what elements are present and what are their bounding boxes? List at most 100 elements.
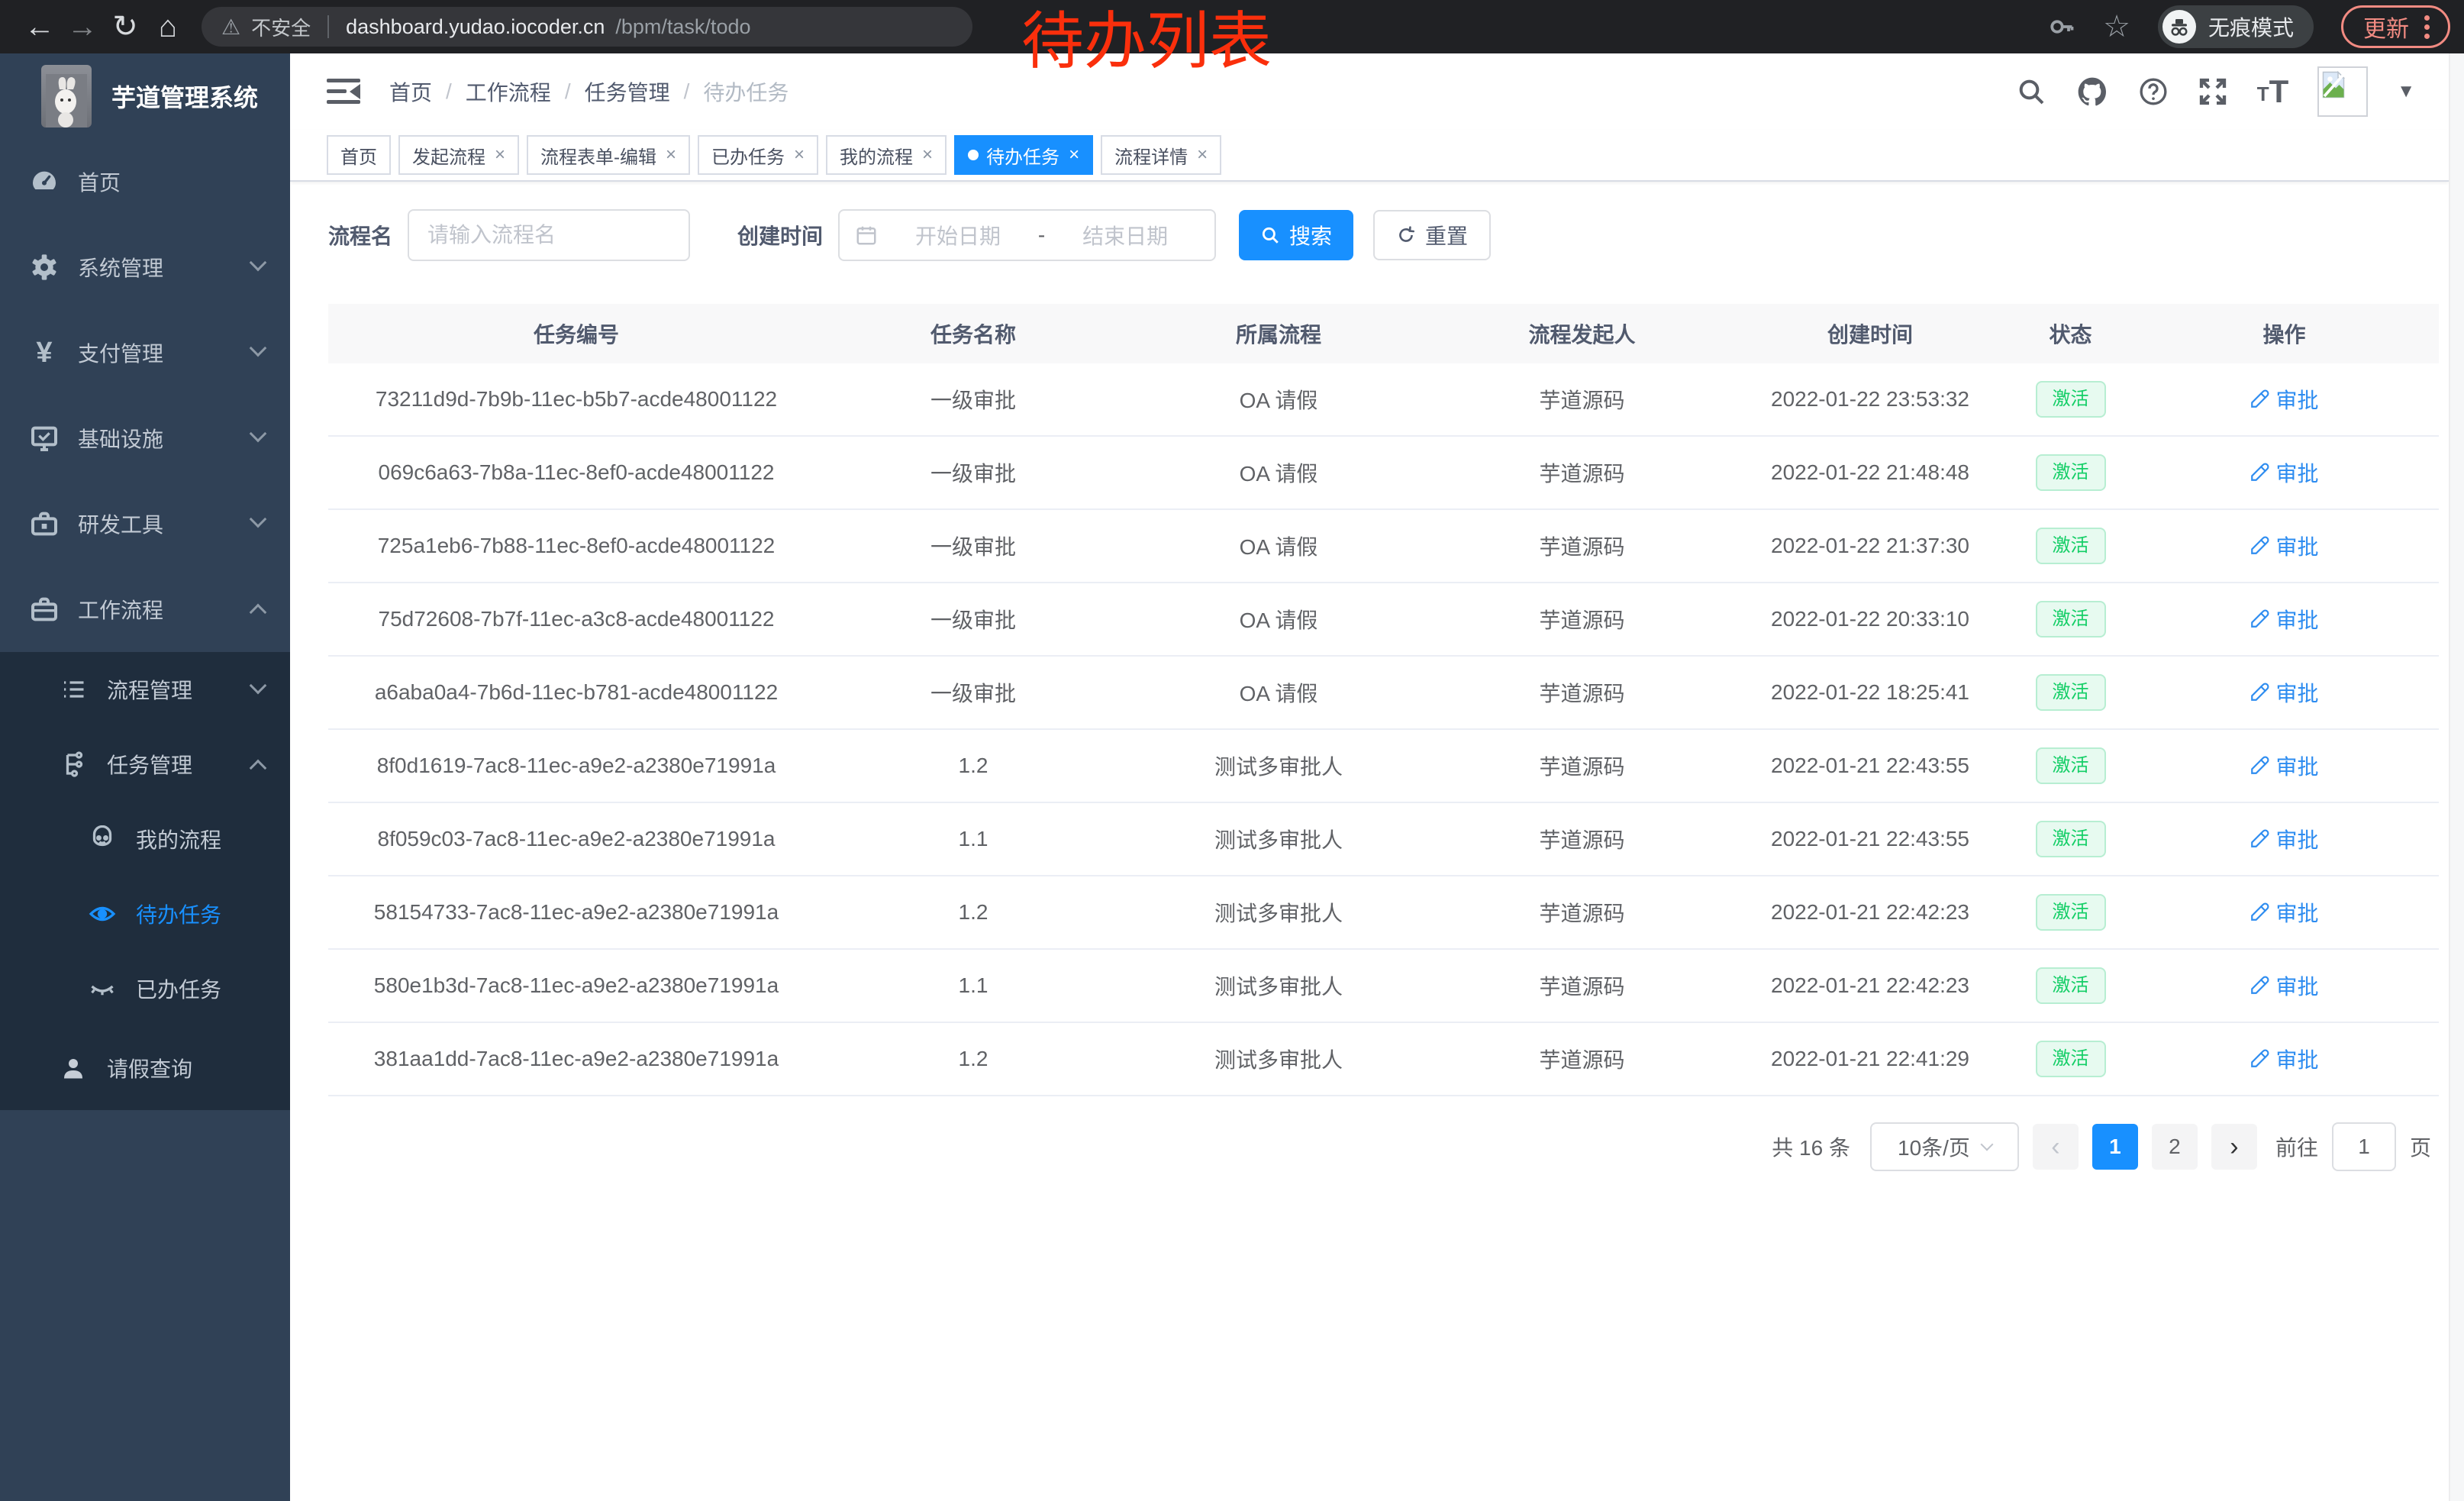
tab[interactable]: 待办任务 × [954,135,1093,175]
cell-task-name: 1.2 [824,754,1122,778]
sidebar-item-devtools[interactable]: 研发工具 [0,481,290,567]
cell-task-name: 一级审批 [824,604,1122,634]
avatar[interactable] [2317,66,2368,117]
bookmark-star-icon[interactable]: ☆ [2103,9,2130,44]
create-time-label: 创建时间 [737,220,823,250]
goto-page-input[interactable] [2332,1122,2396,1171]
sidebar-toggle-icon[interactable] [327,79,360,105]
process-name-label: 流程名 [328,220,392,250]
approve-link[interactable]: 审批 [2250,897,2318,928]
github-icon[interactable] [2075,75,2109,108]
next-page-button[interactable]: › [2211,1124,2257,1170]
edit-pen-icon [2250,902,2269,922]
breadcrumb-item[interactable]: 工作流程 [466,76,551,107]
home-icon[interactable]: ⌂ [147,10,189,44]
approve-link[interactable]: 审批 [2250,750,2318,781]
sidebar-item-task-mgmt[interactable]: 任务管理 [0,727,290,802]
browser-menu-icon[interactable] [2420,15,2434,39]
breadcrumb-item[interactable]: 首页 [389,76,432,107]
tab[interactable]: 首页 × [327,135,391,175]
sidebar-item-system[interactable]: 系统管理 [0,224,290,310]
font-size-icon[interactable]: TT [2257,77,2289,106]
help-icon[interactable] [2138,76,2169,107]
forward-icon[interactable]: → [61,10,104,44]
date-range-picker[interactable]: 开始日期 - 结束日期 [838,209,1216,261]
approve-link[interactable]: 审批 [2250,1044,2318,1074]
toolbox-icon [27,508,61,539]
tab[interactable]: 流程表单-编辑 × [527,135,690,175]
close-icon[interactable]: × [493,144,505,166]
tab[interactable]: 已办任务 × [698,135,818,175]
sidebar-item-my-process[interactable]: 我的流程 [0,802,290,876]
sidebar-item-leave-query[interactable]: 请假查询 [0,1026,290,1110]
cell-starter: 芋道源码 [1435,970,1729,1001]
cell-created: 2022-01-21 22:43:55 [1729,754,2011,778]
sidebar-item-infra[interactable]: 基础设施 [0,395,290,481]
warning-icon: ⚠ [221,15,240,40]
eye-icon [85,900,119,928]
status-badge: 激活 [2036,454,2106,492]
edit-pen-icon [2250,1049,2269,1069]
key-icon[interactable] [2048,13,2075,40]
close-icon[interactable]: × [1195,144,1208,166]
sidebar-item-label: 系统管理 [78,252,163,282]
content: 流程名 创建时间 开始日期 - 结束日期 搜索 重置 [290,182,2449,1171]
approve-link[interactable]: 审批 [2250,384,2318,415]
breadcrumb-item[interactable]: 任务管理 [585,76,670,107]
table-row: 58154733-7ac8-11ec-a9e2-a2380e71991a 1.2… [328,876,2439,950]
goto-label: 前往 [2275,1131,2318,1162]
update-button[interactable]: 更新 [2341,5,2450,48]
cell-process: OA 请假 [1122,531,1435,561]
page-button-1[interactable]: 1 [2092,1124,2138,1170]
tab-label: 已办任务 [711,142,785,169]
back-icon[interactable]: ← [18,10,61,44]
sidebar-item-label: 待办任务 [136,899,221,929]
url-bar[interactable]: ⚠ 不安全 dashboard.yudao.iocoder.cn/bpm/tas… [202,7,972,47]
approve-link[interactable]: 审批 [2250,970,2318,1001]
scrollbar[interactable] [2449,53,2464,1501]
page-button-2[interactable]: 2 [2152,1124,2198,1170]
search-icon[interactable] [2016,76,2046,107]
sidebar-item-done-tasks[interactable]: 已办任务 [0,951,290,1026]
approve-label: 审批 [2275,750,2318,781]
page-size-select[interactable]: 10条/页 [1870,1122,2019,1171]
table-row: 069c6a63-7b8a-11ec-8ef0-acde48001122 一级审… [328,437,2439,510]
prev-page-button[interactable]: ‹ [2033,1124,2079,1170]
sidebar-item-payment[interactable]: ¥ 支付管理 [0,310,290,395]
status-badge: 激活 [2036,528,2106,565]
sidebar-item-workflow[interactable]: 工作流程 [0,567,290,652]
sidebar-item-process-mgmt[interactable]: 流程管理 [0,652,290,727]
reload-icon[interactable]: ↻ [104,9,147,44]
table-row: 381aa1dd-7ac8-11ec-a9e2-a2380e71991a 1.2… [328,1023,2439,1096]
chevron-down-icon[interactable]: ▼ [2397,81,2415,102]
fullscreen-icon[interactable] [2198,76,2228,107]
tab[interactable]: 发起流程 × [398,135,519,175]
tags-view: 首页 × 发起流程 × 流程表单-编辑 × 已办任务 × 我的流程 × 待办任务… [290,130,2449,182]
search-button[interactable]: 搜索 [1239,210,1353,260]
approve-link[interactable]: 审批 [2250,457,2318,488]
tab[interactable]: 我的流程 × [826,135,947,175]
sidebar-item-label: 首页 [78,166,121,197]
tab-label: 我的流程 [840,142,913,169]
end-date-input[interactable]: 结束日期 [1051,220,1199,250]
cell-starter: 芋道源码 [1435,750,1729,781]
process-name-input[interactable] [408,209,690,261]
approve-label: 审批 [2275,677,2318,708]
tab-label: 待办任务 [986,142,1059,169]
cell-created: 2022-01-21 22:43:55 [1729,827,2011,851]
approve-link[interactable]: 审批 [2250,677,2318,708]
cell-created: 2022-01-22 18:25:41 [1729,680,2011,705]
chevron-down-icon [250,511,267,528]
approve-link[interactable]: 审批 [2250,824,2318,854]
close-icon[interactable]: × [921,144,933,166]
tab[interactable]: 流程详情 × [1101,135,1221,175]
sidebar-item-home[interactable]: 首页 [0,139,290,224]
reset-button[interactable]: 重置 [1373,210,1491,260]
approve-link[interactable]: 审批 [2250,604,2318,634]
close-icon[interactable]: × [664,144,676,166]
sidebar-item-todo-tasks[interactable]: 待办任务 [0,876,290,951]
start-date-input[interactable]: 开始日期 [884,220,1032,250]
approve-link[interactable]: 审批 [2250,531,2318,561]
close-icon[interactable]: × [792,144,805,166]
close-icon[interactable]: × [1067,144,1079,166]
